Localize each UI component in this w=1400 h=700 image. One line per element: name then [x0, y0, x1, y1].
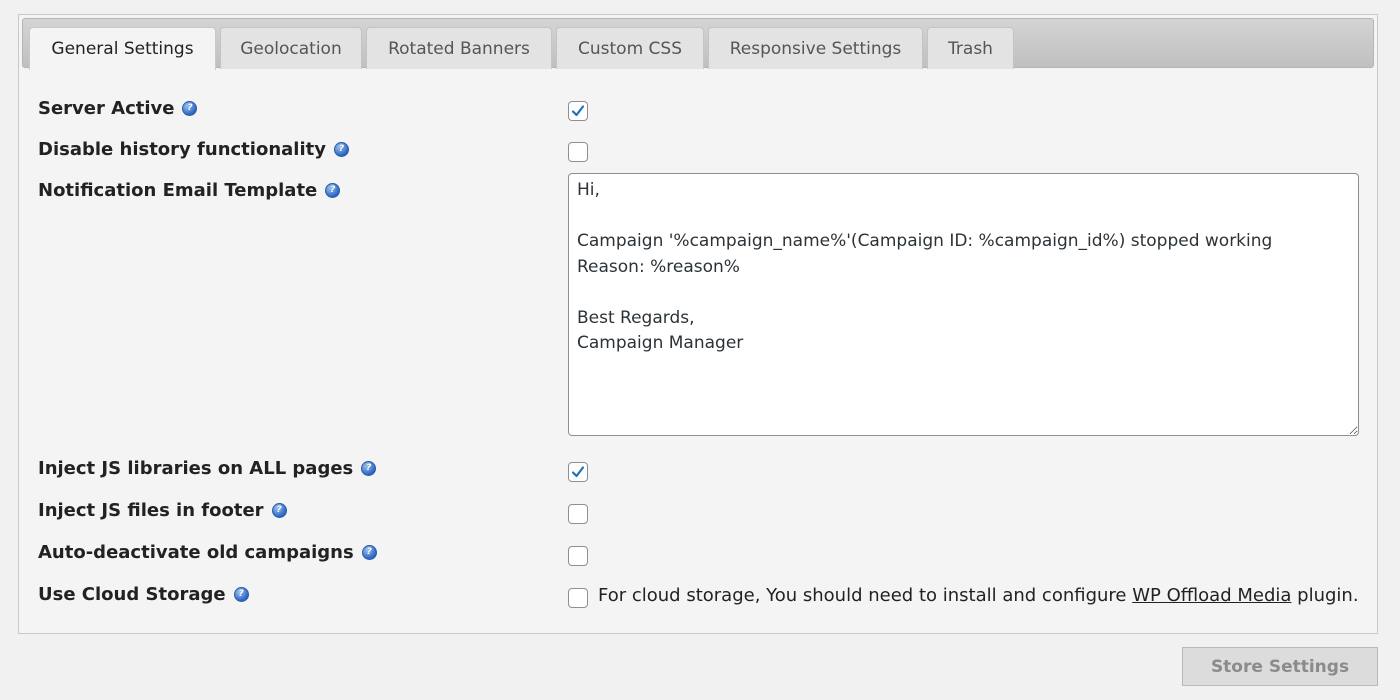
cloud-storage-note-prefix: For cloud storage, You should need to in…	[598, 585, 1133, 606]
notification-template-row: Notification Email Template ?	[38, 180, 341, 201]
tab-general-settings[interactable]: General Settings	[29, 27, 216, 70]
disable-history-row: Disable history functionality ?	[38, 139, 349, 160]
help-icon[interactable]: ?	[325, 183, 341, 198]
auto-deactivate-label: Auto-deactivate old campaigns	[38, 542, 354, 563]
server-active-row: Server Active ?	[38, 98, 198, 119]
auto-deactivate-checkbox[interactable]	[568, 546, 588, 566]
cloud-storage-checkbox[interactable]	[568, 588, 588, 608]
help-icon[interactable]: ?	[333, 142, 349, 157]
tab-geolocation[interactable]: Geolocation	[220, 27, 362, 69]
inject-js-footer-label: Inject JS files in footer	[38, 500, 264, 521]
help-icon[interactable]: ?	[361, 461, 377, 476]
auto-deactivate-row: Auto-deactivate old campaigns ?	[38, 542, 377, 563]
server-active-label: Server Active	[38, 98, 175, 119]
help-icon[interactable]: ?	[182, 101, 198, 116]
help-icon[interactable]: ?	[271, 503, 287, 518]
tab-trash[interactable]: Trash	[927, 27, 1014, 69]
settings-panel: General Settings Geolocation Rotated Ban…	[18, 14, 1378, 634]
cloud-storage-row: Use Cloud Storage ?	[38, 584, 249, 605]
inject-js-all-label: Inject JS libraries on ALL pages	[38, 458, 354, 479]
inject-js-all-checkbox[interactable]	[568, 462, 588, 482]
checkmark-icon	[571, 466, 585, 478]
disable-history-label: Disable history functionality	[38, 139, 326, 160]
tab-custom-css[interactable]: Custom CSS	[556, 27, 704, 69]
inject-js-footer-row: Inject JS files in footer ?	[38, 500, 287, 521]
tab-rotated-banners[interactable]: Rotated Banners	[366, 27, 552, 69]
notification-template-label: Notification Email Template	[38, 180, 318, 201]
inject-js-footer-checkbox[interactable]	[568, 504, 588, 524]
cloud-storage-note-suffix: plugin.	[1291, 585, 1359, 606]
server-active-checkbox[interactable]	[568, 101, 588, 121]
disable-history-checkbox[interactable]	[568, 142, 588, 162]
tab-responsive-settings[interactable]: Responsive Settings	[708, 27, 923, 69]
help-icon[interactable]: ?	[361, 545, 377, 560]
wp-offload-media-link[interactable]: WP Offload Media	[1132, 585, 1291, 606]
notification-template-textarea[interactable]: Hi, Campaign '%campaign_name%'(Campaign …	[568, 173, 1359, 436]
cloud-storage-label: Use Cloud Storage	[38, 584, 226, 605]
cloud-storage-note: For cloud storage, You should need to in…	[598, 585, 1359, 606]
store-settings-button[interactable]: Store Settings	[1182, 647, 1378, 686]
checkmark-icon	[571, 105, 585, 117]
help-icon[interactable]: ?	[233, 587, 249, 602]
tab-bar: General Settings Geolocation Rotated Ban…	[22, 18, 1374, 70]
inject-js-all-row: Inject JS libraries on ALL pages ?	[38, 458, 377, 479]
